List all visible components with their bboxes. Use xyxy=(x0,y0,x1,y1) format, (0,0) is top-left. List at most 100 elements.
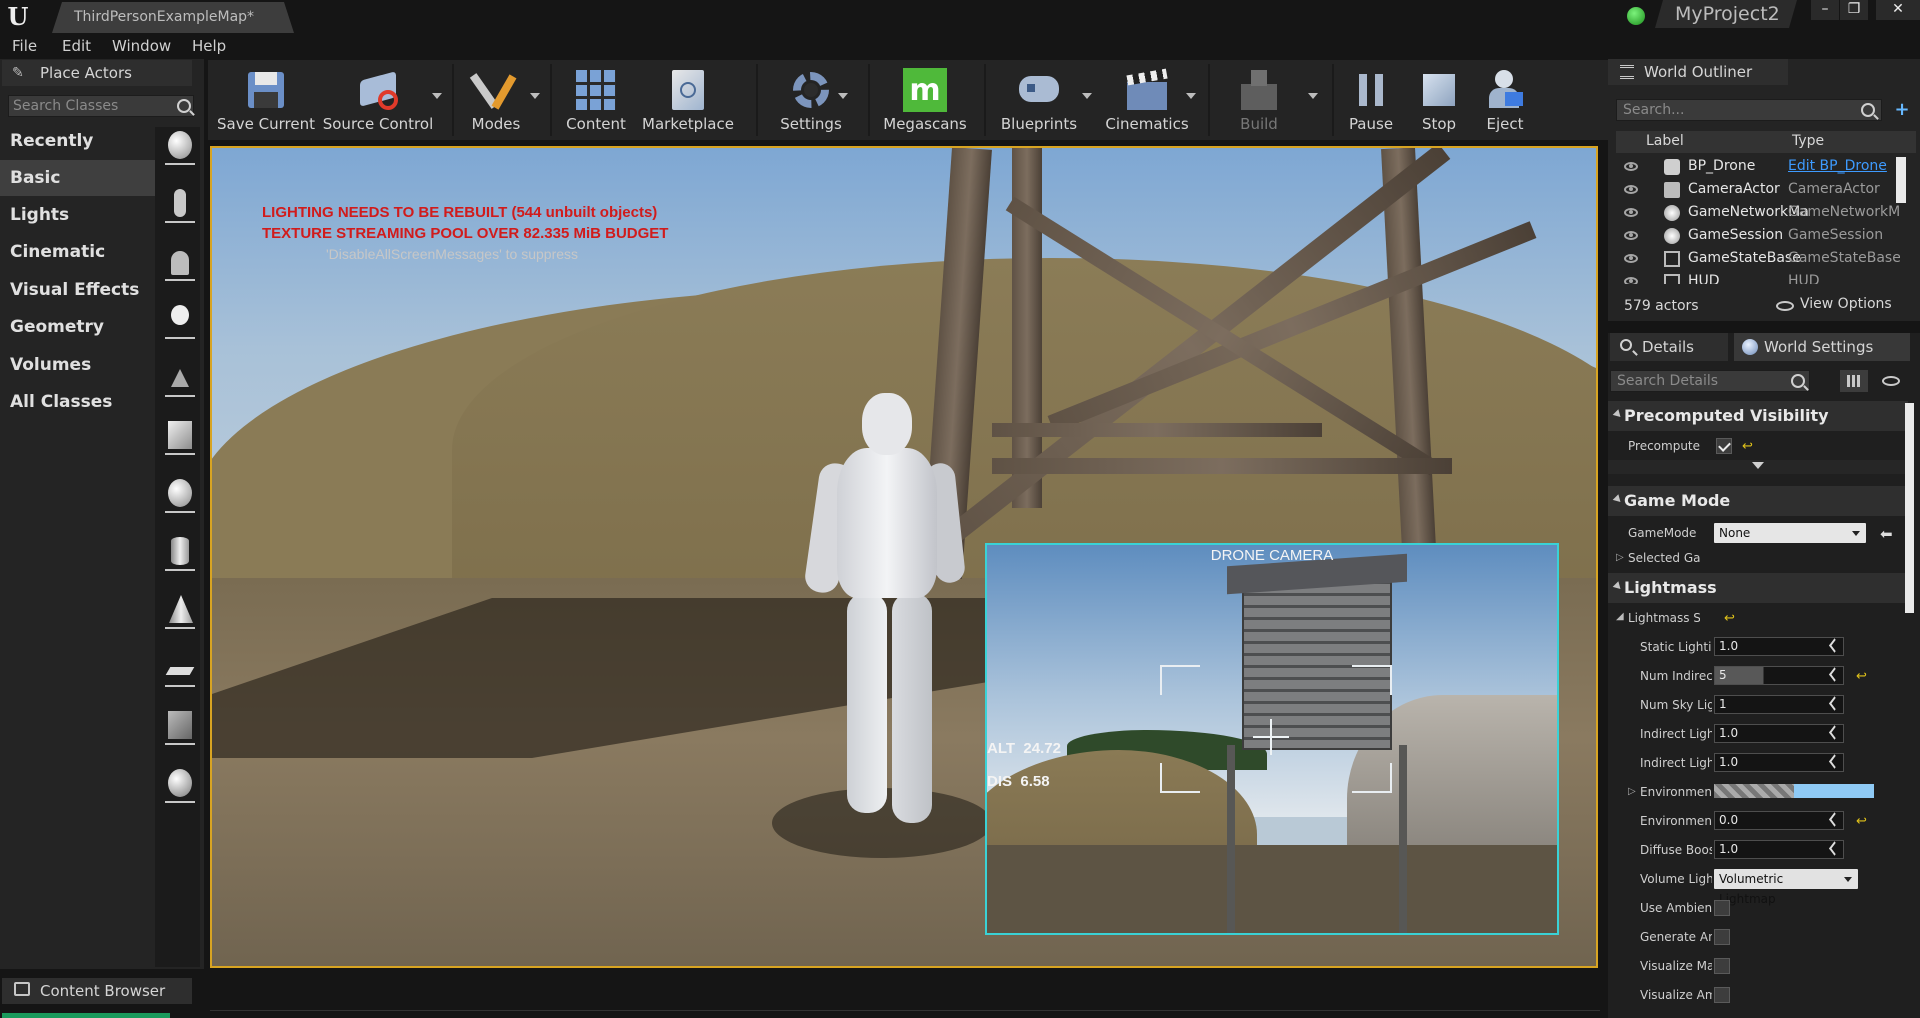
cinematics-button[interactable]: Cinematics xyxy=(1100,60,1194,140)
content-browser-tab[interactable]: Content Browser xyxy=(2,978,192,1004)
visibility-eye-icon[interactable] xyxy=(1624,277,1638,284)
plane-icon[interactable] xyxy=(165,649,195,687)
outliner-row-type-link[interactable]: Edit BP_Drone xyxy=(1788,158,1900,174)
expand-arrow-icon[interactable]: ▷ xyxy=(1628,786,1636,797)
source-control-dropdown-icon[interactable] xyxy=(432,93,442,99)
cylinder-icon[interactable] xyxy=(165,533,195,571)
visibility-eye-icon[interactable] xyxy=(1624,162,1638,171)
point-light-icon[interactable] xyxy=(165,301,195,339)
gamemode-override-dropdown[interactable]: None xyxy=(1714,523,1866,543)
visibility-eye-icon[interactable] xyxy=(1624,208,1638,217)
diffuse-boost-field[interactable]: 1.0 xyxy=(1714,840,1844,859)
outliner-row[interactable]: GameSession GameSession xyxy=(1616,224,1906,247)
details-scrollbar[interactable] xyxy=(1905,403,1914,613)
reset-to-default-icon[interactable]: ↩ xyxy=(1724,611,1735,626)
environment-color-swatch[interactable] xyxy=(1714,784,1874,798)
third-person-character[interactable] xyxy=(803,393,972,833)
details-tab[interactable]: Details xyxy=(1610,333,1728,361)
mannequin-icon[interactable] xyxy=(165,185,195,223)
category-all-classes[interactable]: All Classes xyxy=(0,384,155,420)
build-button[interactable]: Build xyxy=(1216,60,1302,140)
cinematics-dropdown-icon[interactable] xyxy=(1186,93,1196,99)
precompute-visibility-checkbox[interactable] xyxy=(1716,438,1732,454)
label-column-header[interactable]: Label xyxy=(1646,133,1684,149)
blueprints-dropdown-icon[interactable] xyxy=(1082,93,1092,99)
category-geometry[interactable]: Geometry xyxy=(0,309,155,345)
place-actors-tab[interactable]: ✎ Place Actors xyxy=(2,60,192,86)
menu-window[interactable]: Window xyxy=(112,37,171,55)
outliner-row[interactable]: GameStateBase GameStateBase xyxy=(1616,247,1906,270)
indirect-smoothness-field[interactable]: 1.0 xyxy=(1714,753,1844,772)
source-control-button[interactable]: Source Control xyxy=(320,60,436,140)
add-folder-icon[interactable]: + xyxy=(1892,100,1912,120)
box-trigger-icon[interactable] xyxy=(165,707,195,745)
visualize-ambient-checkbox[interactable] xyxy=(1714,987,1730,1003)
build-dropdown-icon[interactable] xyxy=(1308,93,1318,99)
save-current-button[interactable]: Save Current xyxy=(216,60,316,140)
visibility-eye-icon[interactable] xyxy=(1624,231,1638,240)
reset-to-default-icon[interactable]: ↩ xyxy=(1856,814,1867,829)
outliner-row[interactable]: BP_Drone Edit BP_Drone xyxy=(1616,155,1906,178)
property-matrix-button[interactable] xyxy=(1840,370,1868,392)
category-visual-effects[interactable]: Visual Effects xyxy=(0,272,155,308)
minimize-icon[interactable]: – xyxy=(1811,0,1839,20)
sphere-icon[interactable] xyxy=(165,127,195,165)
trigger-icon[interactable] xyxy=(165,359,195,397)
property-selected-gamemode[interactable]: ▷ Selected GameMode xyxy=(1608,547,1908,570)
section-lightmass[interactable]: Lightmass xyxy=(1608,573,1908,603)
use-ambient-occlusion-checkbox[interactable] xyxy=(1714,900,1730,916)
stop-button[interactable]: Stop xyxy=(1408,60,1470,140)
sphere-mesh-icon[interactable] xyxy=(165,475,195,513)
indirect-quality-field[interactable]: 1.0 xyxy=(1714,724,1844,743)
menu-help[interactable]: Help xyxy=(192,37,226,55)
visualize-material-checkbox[interactable] xyxy=(1714,958,1730,974)
level-document-tab[interactable]: ThirdPersonExampleMap* xyxy=(52,2,294,33)
megascans-button[interactable]: m Megascans xyxy=(878,60,972,140)
section-game-mode[interactable]: Game Mode xyxy=(1608,486,1908,516)
view-options-button[interactable]: View Options xyxy=(1776,296,1916,316)
category-recently-placed[interactable]: Recently Placed xyxy=(0,123,155,187)
section-precomputed-visibility[interactable]: Precomputed Visibility xyxy=(1608,401,1908,431)
unreal-logo-icon[interactable]: U xyxy=(4,3,32,31)
outliner-row[interactable]: CameraActor CameraActor xyxy=(1616,178,1906,201)
use-selected-arrow-icon[interactable]: ⬅ xyxy=(1880,525,1893,543)
outliner-scrollbar[interactable] xyxy=(1896,157,1906,203)
source-control-status-icon[interactable] xyxy=(1627,7,1645,25)
num-sky-field[interactable]: 1 xyxy=(1714,695,1844,714)
static-lighting-field[interactable]: 1.0 xyxy=(1714,637,1844,656)
search-icon[interactable] xyxy=(1791,374,1805,388)
environment-intensity-field[interactable]: 0.0 xyxy=(1714,811,1844,830)
player-start-icon[interactable] xyxy=(165,243,195,281)
property-lightmass-settings[interactable]: ◢ Lightmass Settings ↩ xyxy=(1608,607,1908,630)
outliner-row[interactable]: HUD HUD xyxy=(1616,270,1906,284)
reset-to-default-icon[interactable]: ↩ xyxy=(1742,439,1753,454)
generate-ambient-occlusion-checkbox[interactable] xyxy=(1714,929,1730,945)
category-basic[interactable]: Basic xyxy=(0,160,155,196)
search-classes-input[interactable] xyxy=(9,96,169,116)
advanced-expander[interactable] xyxy=(1608,460,1908,474)
level-viewport[interactable]: LIGHTING NEEDS TO BE REBUILT (544 unbuil… xyxy=(210,146,1598,968)
settings-dropdown-icon[interactable] xyxy=(838,93,848,99)
eject-button[interactable]: Eject xyxy=(1474,60,1536,140)
cube-icon[interactable] xyxy=(165,417,195,455)
maximize-icon[interactable]: ❐ xyxy=(1840,0,1868,20)
visibility-eye-icon[interactable] xyxy=(1624,254,1638,263)
type-column-header[interactable]: Type xyxy=(1792,133,1824,149)
modes-dropdown-icon[interactable] xyxy=(530,93,540,99)
reset-to-default-icon[interactable]: ↩ xyxy=(1856,669,1867,684)
volume-lighting-dropdown[interactable]: Volumetric Lightmap xyxy=(1714,869,1858,906)
outliner-search-input[interactable] xyxy=(1617,100,1847,120)
search-icon[interactable] xyxy=(177,99,191,113)
sphere-reflection-icon[interactable] xyxy=(165,765,195,803)
marketplace-button[interactable]: Marketplace xyxy=(638,60,738,140)
visibility-eye-icon[interactable] xyxy=(1624,185,1638,194)
search-icon[interactable] xyxy=(1861,103,1875,117)
details-visibility-eye-icon[interactable] xyxy=(1882,376,1900,386)
pause-button[interactable]: Pause xyxy=(1338,60,1404,140)
category-lights[interactable]: Lights xyxy=(0,197,155,233)
details-search-input[interactable] xyxy=(1611,371,1781,391)
modes-button[interactable]: Modes xyxy=(458,60,534,140)
outliner-row[interactable]: GameNetworkManager GameNetworkManager xyxy=(1616,201,1906,224)
num-indirect-field[interactable]: 5 xyxy=(1714,666,1844,685)
content-button[interactable]: Content xyxy=(558,60,634,140)
